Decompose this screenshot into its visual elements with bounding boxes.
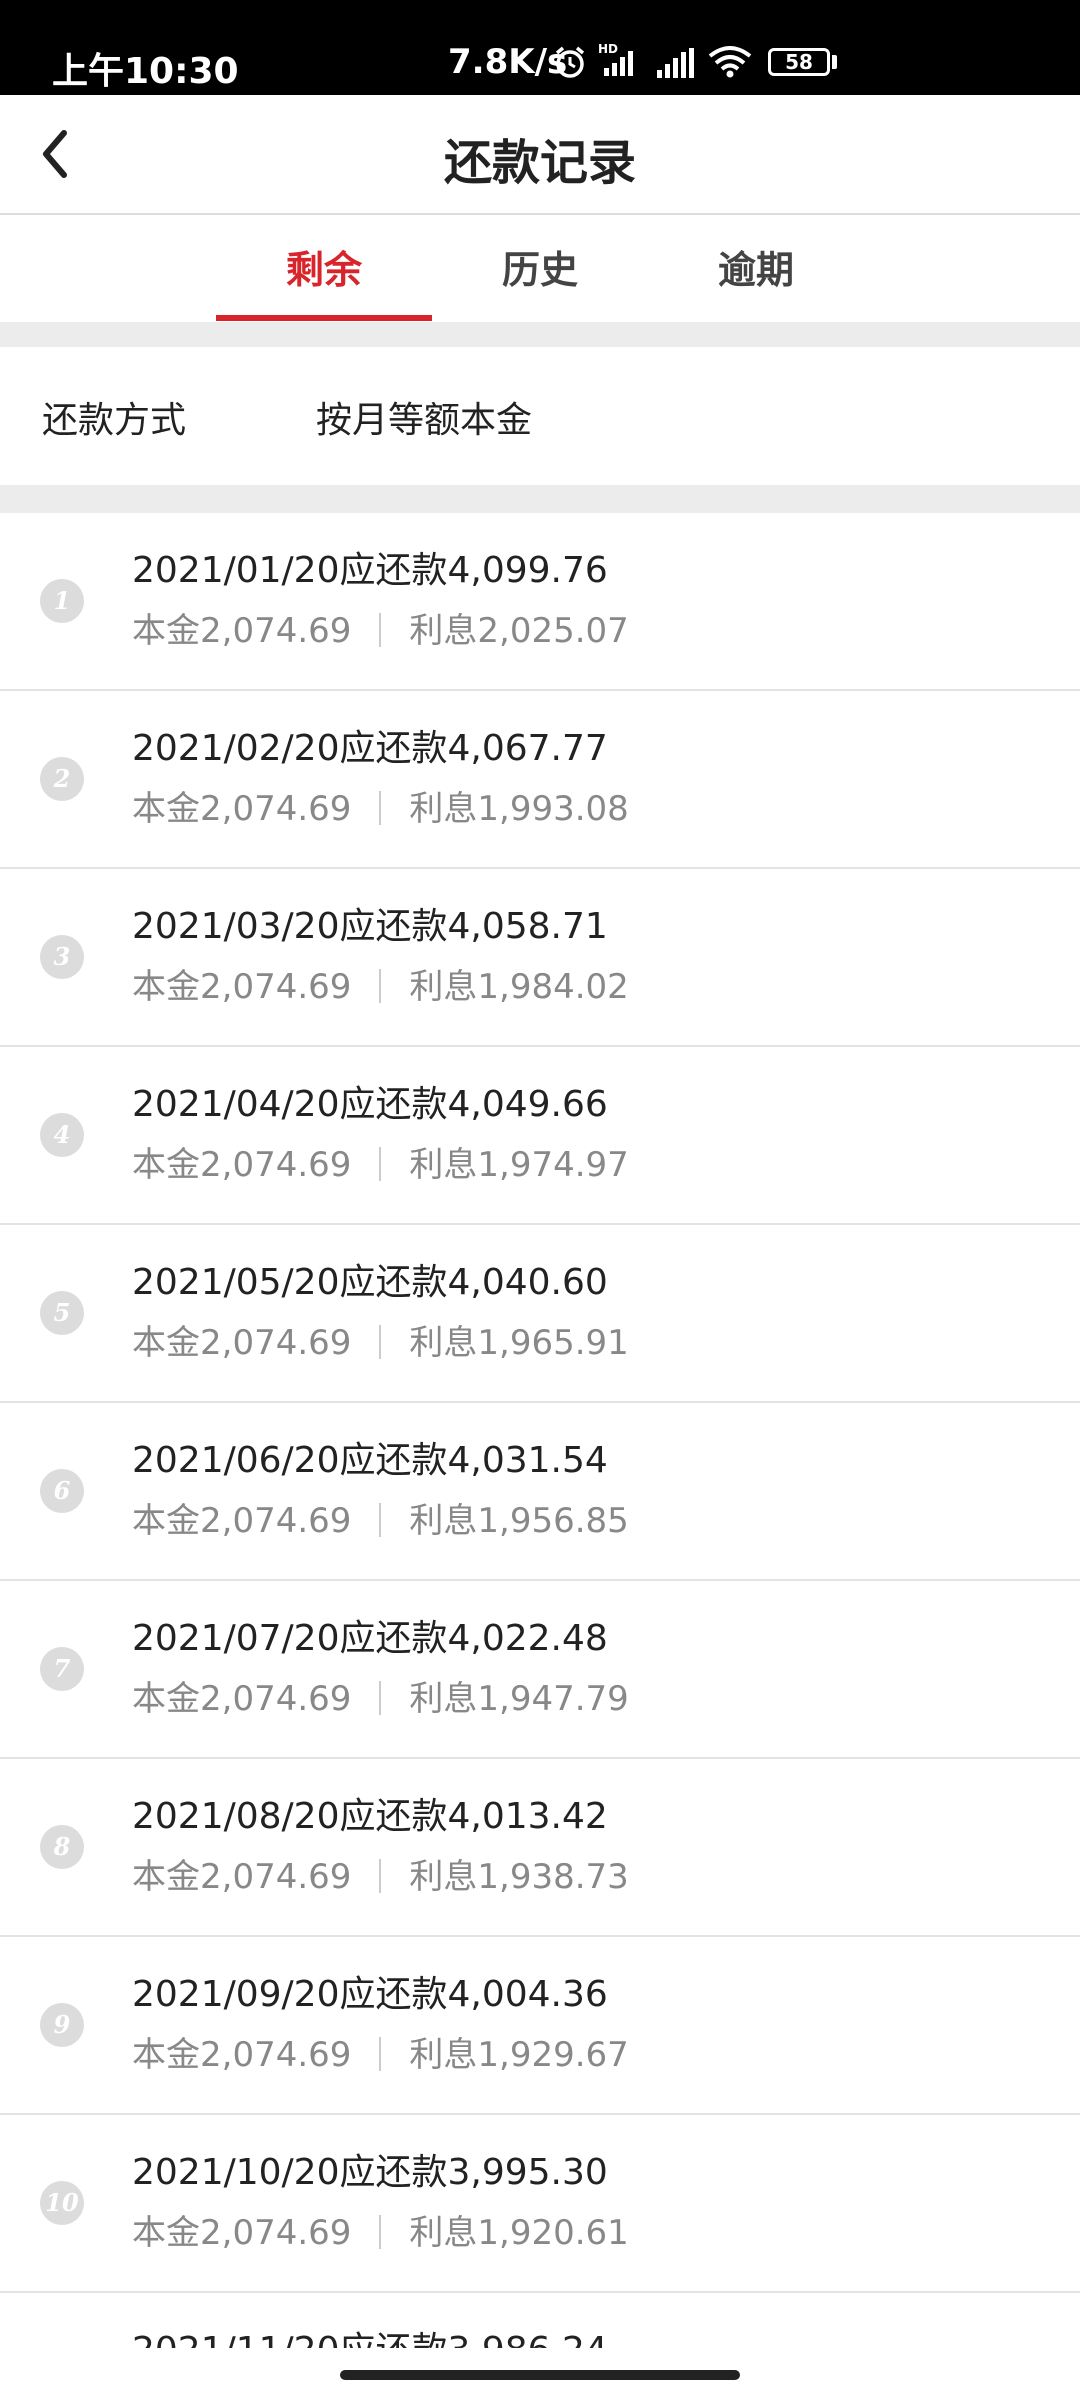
index-badge: 10	[40, 2181, 84, 2225]
nav-bar: 还款记录	[0, 95, 1080, 215]
status-bar: 上午10:30 7.8K/s HD 58	[0, 0, 1080, 95]
list-item[interactable]: 2 2021/02/20应还款4,067.77 本金2,074.69 利息1,99…	[0, 691, 1080, 869]
tab-remaining[interactable]: 剩余	[216, 239, 432, 294]
index-badge: 4	[40, 1113, 84, 1157]
divider	[379, 1503, 382, 1537]
principal-text: 本金2,074.69	[132, 1323, 352, 1363]
due-payment-text: 2021/04/20应还款4,049.66	[132, 1084, 608, 1125]
index-badge: 6	[40, 1469, 84, 1513]
principal-text: 本金2,074.69	[132, 1145, 352, 1185]
section-gap	[0, 322, 1080, 347]
interest-text: 利息1,938.73	[409, 1857, 629, 1897]
principal-text: 本金2,074.69	[132, 611, 352, 651]
repayment-method-label: 还款方式	[42, 400, 187, 441]
principal-text: 本金2,074.69	[132, 789, 352, 829]
interest-text: 利息1,956.85	[409, 1501, 629, 1541]
active-tab-indicator	[216, 315, 432, 321]
list-item[interactable]: 5 2021/05/20应还款4,040.60 本金2,074.69 利息1,96…	[0, 1225, 1080, 1403]
payment-breakdown: 本金2,074.69 利息1,993.08	[132, 781, 629, 830]
due-payment-text: 2021/07/20应还款4,022.48	[132, 1618, 608, 1659]
list-item[interactable]: 1 2021/01/20应还款4,099.76 本金2,074.69 利息2,02…	[0, 513, 1080, 691]
due-payment-text: 2021/02/20应还款4,067.77	[132, 728, 608, 769]
divider	[379, 1681, 382, 1715]
hd-label: HD	[598, 42, 618, 56]
payment-breakdown: 本金2,074.69 利息1,974.97	[132, 1137, 629, 1186]
battery-icon: 58	[768, 48, 830, 76]
due-payment-text: 2021/08/20应还款4,013.42	[132, 1796, 608, 1837]
payment-breakdown: 本金2,074.69 利息1,929.67	[132, 2027, 629, 2076]
divider	[379, 2037, 382, 2071]
battery-tip	[832, 55, 837, 69]
list-item[interactable]: 10 2021/10/20应还款3,995.30 本金2,074.69 利息1,9…	[0, 2115, 1080, 2293]
index-badge: 8	[40, 1825, 84, 1869]
hd-signal-icon: HD	[598, 42, 633, 76]
index-badge: 3	[40, 935, 84, 979]
list-item[interactable]: 11 2021/11/20应还款3,986.24	[0, 2293, 1080, 2348]
payment-breakdown: 本金2,074.69 利息1,984.02	[132, 959, 629, 1008]
list-item[interactable]: 7 2021/07/20应还款4,022.48 本金2,074.69 利息1,94…	[0, 1581, 1080, 1759]
interest-text: 利息1,984.02	[409, 967, 629, 1007]
alarm-icon	[555, 46, 585, 78]
principal-text: 本金2,074.69	[132, 2035, 352, 2075]
tab-bar: 剩余 历史 逾期	[0, 215, 1080, 322]
divider	[379, 1325, 382, 1359]
due-payment-text: 2021/06/20应还款4,031.54	[132, 1440, 608, 1481]
due-payment-text: 2021/10/20应还款3,995.30	[132, 2152, 608, 2193]
battery-level: 58	[785, 50, 813, 74]
status-time: 上午10:30	[52, 51, 239, 92]
index-badge: 1	[40, 579, 84, 623]
repayment-method-row: 还款方式 按月等额本金	[0, 347, 1080, 485]
index-badge: 5	[40, 1291, 84, 1335]
tab-history[interactable]: 历史	[432, 239, 648, 294]
payment-breakdown: 本金2,074.69 利息1,947.79	[132, 1671, 629, 1720]
interest-text: 利息1,993.08	[409, 789, 629, 829]
divider	[379, 613, 382, 647]
list-item[interactable]: 4 2021/04/20应还款4,049.66 本金2,074.69 利息1,97…	[0, 1047, 1080, 1225]
principal-text: 本金2,074.69	[132, 2213, 352, 2253]
interest-text: 利息2,025.07	[409, 611, 629, 651]
list-item[interactable]: 6 2021/06/20应还款4,031.54 本金2,074.69 利息1,95…	[0, 1403, 1080, 1581]
list-item[interactable]: 9 2021/09/20应还款4,004.36 本金2,074.69 利息1,92…	[0, 1937, 1080, 2115]
due-payment-text: 2021/03/20应还款4,058.71	[132, 906, 608, 947]
section-gap	[0, 485, 1080, 513]
payment-breakdown: 本金2,074.69 利息2,025.07	[132, 603, 629, 652]
index-badge: 2	[40, 757, 84, 801]
network-speed: 7.8K/s	[448, 42, 568, 82]
interest-text: 利息1,920.61	[409, 2213, 629, 2253]
interest-text: 利息1,947.79	[409, 1679, 629, 1719]
due-payment-text: 2021/11/20应还款3,986.24	[132, 2321, 608, 2348]
interest-text: 利息1,974.97	[409, 1145, 629, 1185]
repayment-schedule-list[interactable]: 1 2021/01/20应还款4,099.76 本金2,074.69 利息2,02…	[0, 513, 1080, 2348]
index-badge: 9	[40, 2003, 84, 2047]
tab-overdue[interactable]: 逾期	[648, 239, 864, 294]
wifi-icon	[708, 46, 752, 78]
divider	[379, 1859, 382, 1893]
principal-text: 本金2,074.69	[132, 1857, 352, 1897]
payment-breakdown: 本金2,074.69 利息1,938.73	[132, 1849, 629, 1898]
due-payment-text: 2021/09/20应还款4,004.36	[132, 1974, 608, 2015]
index-badge: 7	[40, 1647, 84, 1691]
list-item[interactable]: 3 2021/03/20应还款4,058.71 本金2,074.69 利息1,98…	[0, 869, 1080, 1047]
interest-text: 利息1,965.91	[409, 1323, 629, 1363]
repayment-method-value: 按月等额本金	[316, 400, 533, 441]
principal-text: 本金2,074.69	[132, 1679, 352, 1719]
divider	[379, 969, 382, 1003]
divider	[379, 2215, 382, 2249]
signal-icon	[657, 48, 694, 78]
divider	[379, 791, 382, 825]
payment-breakdown: 本金2,074.69 利息1,956.85	[132, 1493, 629, 1542]
list-item[interactable]: 8 2021/08/20应还款4,013.42 本金2,074.69 利息1,93…	[0, 1759, 1080, 1937]
principal-text: 本金2,074.69	[132, 1501, 352, 1541]
home-indicator[interactable]	[340, 2370, 740, 2380]
interest-text: 利息1,929.67	[409, 2035, 629, 2075]
due-payment-text: 2021/01/20应还款4,099.76	[132, 550, 608, 591]
due-payment-text: 2021/05/20应还款4,040.60	[132, 1262, 608, 1303]
divider	[379, 1147, 382, 1181]
principal-text: 本金2,074.69	[132, 967, 352, 1007]
payment-breakdown: 本金2,074.69 利息1,965.91	[132, 1315, 629, 1364]
payment-breakdown: 本金2,074.69 利息1,920.61	[132, 2205, 629, 2254]
page-title: 还款记录	[443, 135, 636, 191]
